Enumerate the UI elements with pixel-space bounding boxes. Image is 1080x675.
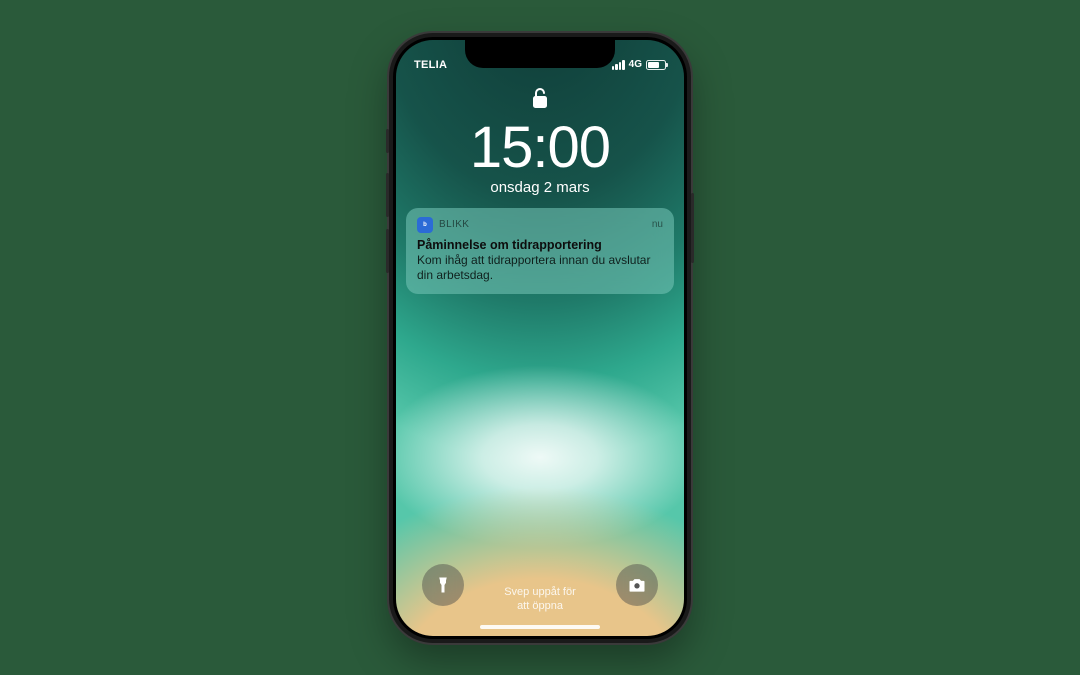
flashlight-button[interactable]: [422, 564, 464, 606]
clock-time: 15:00: [396, 119, 684, 177]
camera-button[interactable]: [616, 564, 658, 606]
quick-actions: [396, 564, 684, 606]
phone-frame: TELIA 4G 15:00 onsdag 2 mars: [389, 33, 691, 643]
notification-time: nu: [652, 219, 663, 230]
home-indicator[interactable]: [480, 625, 600, 629]
status-right: 4G: [612, 59, 666, 70]
clock-date: onsdag 2 mars: [396, 179, 684, 196]
signal-icon: [612, 60, 625, 70]
notification-body: Kom ihåg att tidrapportera innan du avsl…: [417, 253, 663, 283]
notch: [465, 40, 615, 68]
notification-app-name: BLIKK: [439, 219, 469, 230]
notification-header: b BLIKK nu: [417, 217, 663, 233]
silence-switch[interactable]: [386, 129, 389, 153]
battery-icon: [646, 60, 666, 70]
notification-card[interactable]: b BLIKK nu Påminnelse om tidrapportering…: [406, 208, 674, 294]
volume-down-button[interactable]: [386, 229, 389, 273]
unlock-icon: [530, 86, 550, 115]
lock-area: 15:00 onsdag 2 mars: [396, 86, 684, 196]
volume-up-button[interactable]: [386, 173, 389, 217]
network-label: 4G: [629, 59, 642, 70]
notification-title: Påminnelse om tidrapportering: [417, 238, 663, 252]
phone-bezel: TELIA 4G 15:00 onsdag 2 mars: [393, 37, 687, 639]
lock-screen[interactable]: TELIA 4G 15:00 onsdag 2 mars: [396, 40, 684, 636]
app-icon: b: [417, 217, 433, 233]
carrier-label: TELIA: [414, 59, 447, 71]
power-button[interactable]: [691, 193, 694, 263]
